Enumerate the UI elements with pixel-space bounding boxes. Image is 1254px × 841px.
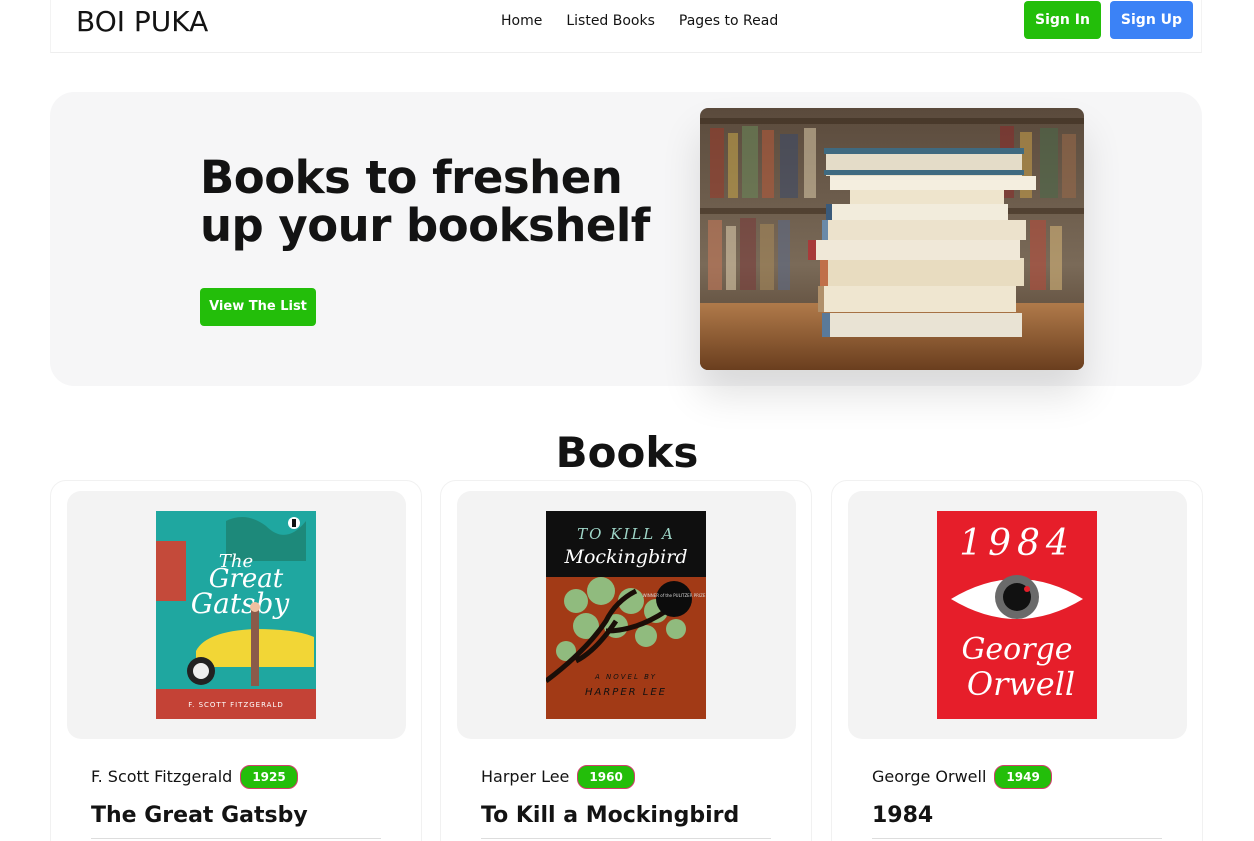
book-cover-image: TO KILL A Mockingbird WINNER of the PULI… [546, 511, 706, 719]
cover-author: F. SCOTT FITZGERALD [188, 701, 284, 709]
view-list-button[interactable]: View The List [200, 288, 316, 326]
hero-book-stack-image [700, 108, 1084, 370]
cover-title-line: Gatsby [191, 587, 291, 620]
book-year-badge: 1949 [994, 765, 1052, 789]
card-divider [91, 838, 381, 839]
book-meta: Harper Lee 1960 [481, 765, 635, 789]
book-cover-container: The Great Gatsby F. SCOTT FITZGERALD [67, 491, 406, 739]
book-cover-image: The Great Gatsby F. SCOTT FITZGERALD [156, 511, 316, 719]
navbar: BOI PUKA Home Listed Books Pages to Read… [50, 0, 1202, 53]
sign-in-button[interactable]: Sign In [1024, 1, 1101, 39]
book-title: The Great Gatsby [91, 803, 308, 828]
card-divider [481, 838, 771, 839]
nav-link-home[interactable]: Home [501, 11, 542, 31]
book-meta: F. Scott Fitzgerald 1925 [91, 765, 298, 789]
book-author: George Orwell [872, 767, 987, 786]
book-meta: George Orwell 1949 [872, 765, 1052, 789]
nav-link-pages-to-read[interactable]: Pages to Read [679, 11, 778, 31]
sign-up-button[interactable]: Sign Up [1110, 1, 1193, 39]
book-cover-image: 1984 George Orwell [937, 511, 1097, 719]
book-card[interactable]: The Great Gatsby F. SCOTT FITZGERALD F. … [50, 480, 422, 841]
hero-banner: Books to freshen up your bookshelf View … [50, 92, 1202, 386]
card-divider [872, 838, 1162, 839]
book-card[interactable]: 1984 George Orwell George Orwell 1949 19… [831, 480, 1203, 841]
brand-logo[interactable]: BOI PUKA [76, 4, 208, 40]
cover-badge: WINNER of the PULITZER PRIZE [643, 593, 706, 598]
cover-title-line: 1984 [959, 523, 1075, 564]
cover-author: HARPER LEE [585, 687, 667, 698]
book-year-badge: 1925 [240, 765, 298, 789]
book-cover-container: 1984 George Orwell [848, 491, 1187, 739]
book-card[interactable]: TO KILL A Mockingbird WINNER of the PULI… [440, 480, 812, 841]
books-section-title: Books [555, 428, 699, 477]
cover-author-line: Orwell [967, 665, 1075, 703]
book-title: 1984 [872, 803, 934, 828]
cover-novel-line: A NOVEL BY [594, 673, 657, 681]
hero-title: Books to freshen up your bookshelf [200, 151, 650, 252]
cover-title-line: Mockingbird [563, 546, 687, 568]
book-cover-container: TO KILL A Mockingbird WINNER of the PULI… [457, 491, 796, 739]
book-author: F. Scott Fitzgerald [91, 767, 233, 786]
nav-link-listed-books[interactable]: Listed Books [566, 11, 655, 31]
cover-author-line: George [961, 632, 1072, 667]
cover-title-line: TO KILL A [577, 525, 675, 543]
book-year-badge: 1960 [577, 765, 635, 789]
book-author: Harper Lee [481, 767, 570, 786]
book-title: To Kill a Mockingbird [481, 803, 740, 828]
nav-links: Home Listed Books Pages to Read [501, 11, 778, 31]
